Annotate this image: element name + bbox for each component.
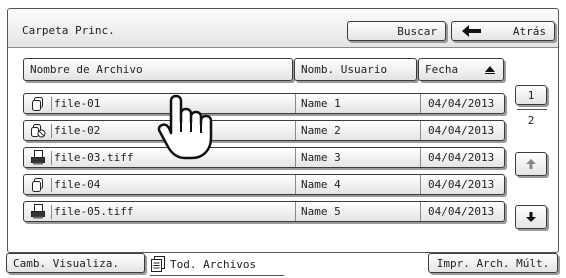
icon-divider <box>51 97 52 111</box>
all-files-selector[interactable]: Tod. Archivos <box>150 254 256 274</box>
sort-ascending-icon <box>485 65 495 74</box>
scroll-down-button[interactable] <box>515 205 547 229</box>
print-multiple-label: Impr. Arch. Múlt. <box>436 256 550 270</box>
current-page-button[interactable]: 1 <box>515 85 547 105</box>
column-header-user-name-label: Nomb. Usuario <box>301 63 388 76</box>
total-pages: 2 <box>527 114 535 127</box>
all-files-label: Tod. Archivos <box>170 257 257 271</box>
file-name: file-04 <box>54 178 101 191</box>
user-name: Name 4 <box>295 175 419 194</box>
page-scroll-column: 1 2 <box>507 71 556 241</box>
table-row[interactable]: file-03.tiff Name 3 04/04/2013 <box>23 147 505 168</box>
file-retrieve-screen: Carpeta Princ. Buscar Atrás Nombre de Ar… <box>0 0 566 278</box>
file-list-panel: Carpeta Princ. Buscar Atrás Nombre de Ar… <box>7 8 559 253</box>
icon-divider <box>51 151 52 165</box>
copy-doc-icon <box>27 175 49 194</box>
file-name: file-05.tiff <box>54 205 134 218</box>
arrow-left-icon <box>462 25 481 37</box>
copy-no-icon <box>27 121 49 140</box>
page-divider <box>517 109 547 110</box>
search-button-label: Buscar <box>397 24 437 38</box>
change-view-button[interactable]: Camb. Visualiza. <box>6 253 145 273</box>
file-date: 04/04/2013 <box>420 121 506 140</box>
printer-icon <box>27 202 49 221</box>
icon-divider <box>51 124 52 138</box>
file-date: 04/04/2013 <box>420 175 506 194</box>
print-multiple-button[interactable]: Impr. Arch. Múlt. <box>428 253 558 273</box>
file-date: 04/04/2013 <box>420 148 506 167</box>
search-button[interactable]: Buscar <box>347 21 446 41</box>
user-name: Name 5 <box>295 202 419 221</box>
back-button[interactable]: Atrás <box>451 21 555 41</box>
arrow-up-icon <box>526 159 536 169</box>
column-header-file-name[interactable]: Nombre de Archivo <box>23 58 293 81</box>
printer-icon <box>27 148 49 167</box>
all-files-underline <box>150 275 284 276</box>
hand-pointer-icon <box>157 94 213 160</box>
icon-divider <box>51 205 52 219</box>
column-header-user-name[interactable]: Nomb. Usuario <box>294 58 417 81</box>
user-name: Name 1 <box>295 94 419 113</box>
table-row[interactable]: file-04 Name 4 04/04/2013 <box>23 174 505 195</box>
folder-path: Carpeta Princ. <box>22 24 115 37</box>
copy-doc-icon <box>27 94 49 113</box>
scroll-up-button[interactable] <box>515 152 547 176</box>
file-date: 04/04/2013 <box>420 94 506 113</box>
column-header-file-name-label: Nombre de Archivo <box>30 63 143 76</box>
back-button-label: Atrás <box>512 24 546 38</box>
column-header-date-label: Fecha <box>425 63 459 76</box>
table-row[interactable]: file-05.tiff Name 5 04/04/2013 <box>23 201 505 222</box>
header-bar: Carpeta Princ. Buscar Atrás <box>8 9 558 48</box>
user-name: Name 2 <box>295 121 419 140</box>
current-page-number: 1 <box>527 88 535 102</box>
user-name: Name 3 <box>295 148 419 167</box>
table-row[interactable]: file-01 Name 1 04/04/2013 <box>23 93 505 114</box>
icon-divider <box>51 178 52 192</box>
file-date: 04/04/2013 <box>420 202 506 221</box>
all-files-icon <box>151 256 165 272</box>
arrow-down-icon <box>526 212 536 222</box>
column-header-date[interactable]: Fecha <box>418 58 504 81</box>
change-view-label: Camb. Visualiza. <box>13 256 119 270</box>
table-row[interactable]: file-02 Name 2 04/04/2013 <box>23 120 505 141</box>
